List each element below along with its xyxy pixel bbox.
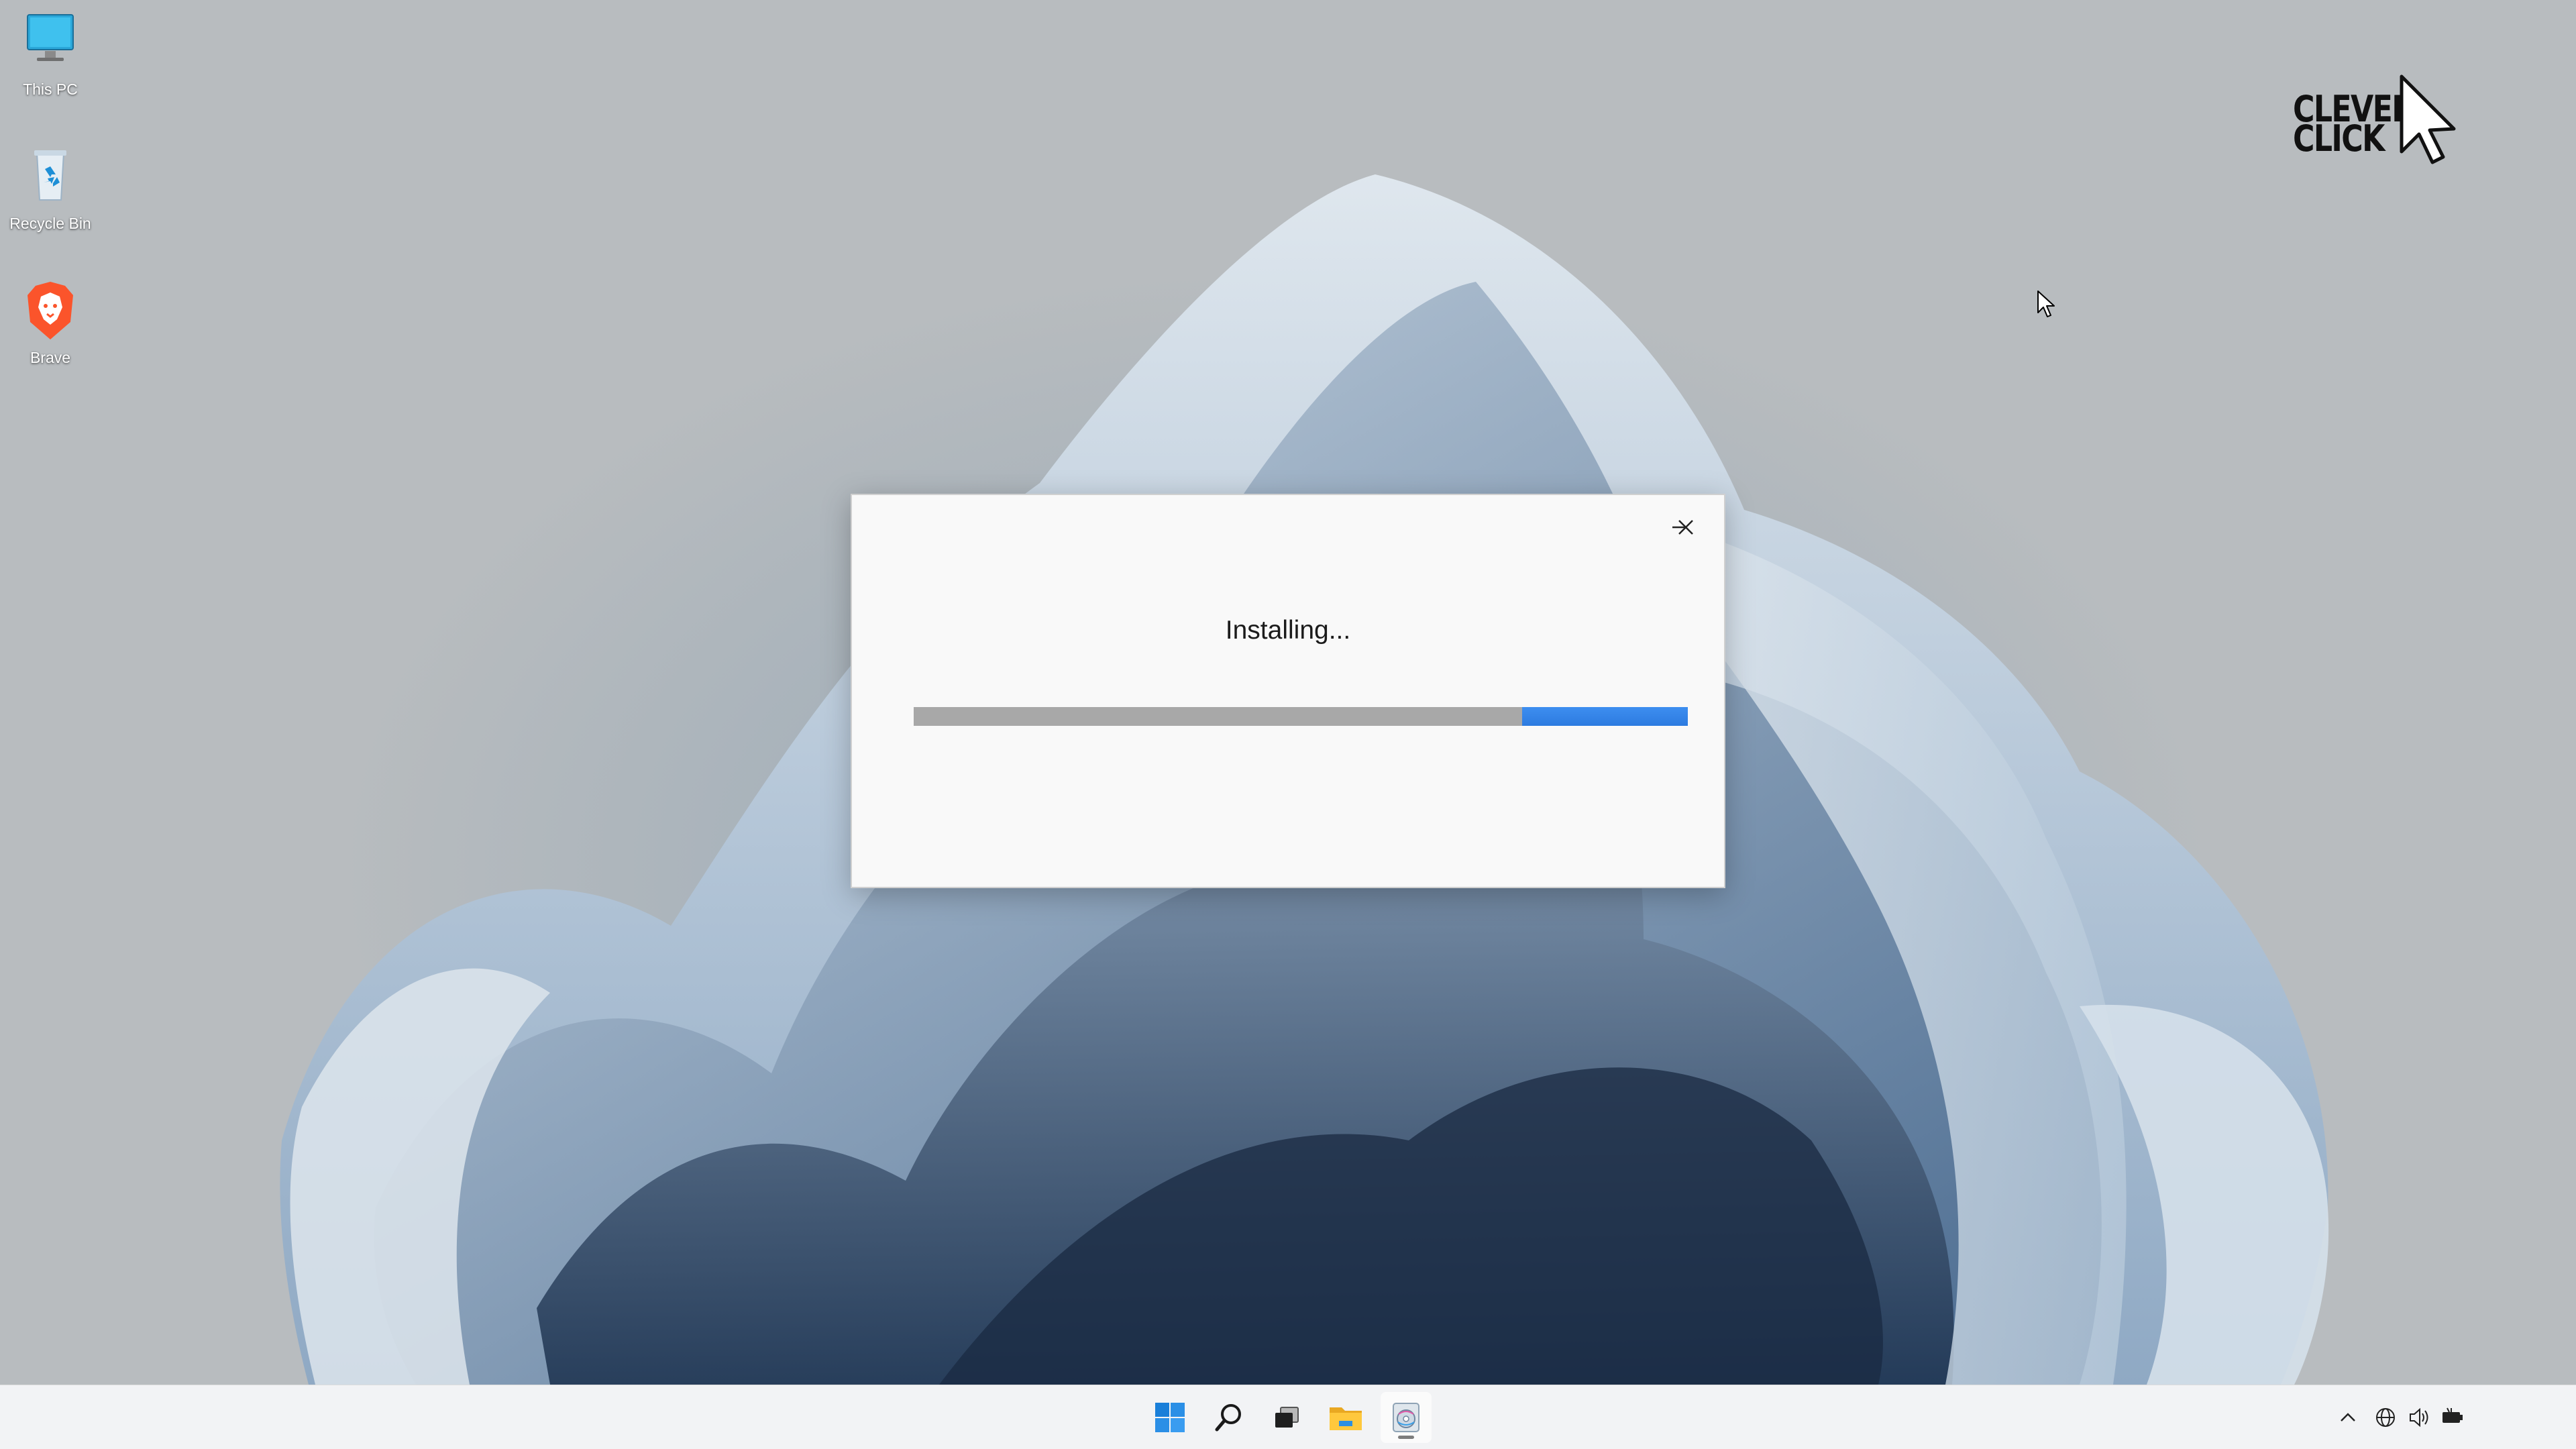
search-button[interactable] xyxy=(1203,1392,1254,1443)
watermark-line2: CLICK xyxy=(2293,117,2385,160)
installer-disc-icon xyxy=(1393,1403,1419,1432)
desktop: This PC Recycle Bin Brave CLEVER CLICK I… xyxy=(0,0,2576,1385)
close-button[interactable] xyxy=(1662,507,1709,547)
clever-click-watermark: CLEVER CLICK xyxy=(2288,72,2462,173)
battery-icon[interactable] xyxy=(2440,1405,2465,1430)
windows-logo-icon xyxy=(1155,1403,1185,1432)
installer-dialog: Installing... xyxy=(851,494,1725,888)
monitor-icon xyxy=(27,14,74,61)
desktop-icon-brave[interactable]: Brave xyxy=(7,278,94,367)
speaker-icon[interactable] xyxy=(2407,1405,2431,1430)
install-progress-bar xyxy=(914,707,1688,726)
start-button[interactable] xyxy=(1144,1392,1195,1443)
desktop-icon-label: This PC xyxy=(23,80,78,98)
close-icon xyxy=(1678,520,1693,535)
folder-icon xyxy=(1330,1407,1362,1430)
taskbar xyxy=(0,1385,2576,1449)
task-view-icon xyxy=(1275,1407,1299,1428)
install-status-text: Installing... xyxy=(1225,616,1351,645)
desktop-icon-recycle-bin[interactable]: Recycle Bin xyxy=(7,144,94,233)
globe-icon[interactable] xyxy=(2373,1405,2398,1430)
desktop-icon-label: Recycle Bin xyxy=(9,215,91,232)
active-app-indicator xyxy=(1398,1436,1414,1439)
file-explorer-button[interactable] xyxy=(1320,1392,1371,1443)
search-icon xyxy=(1215,1404,1241,1432)
desktop-icon-this-pc[interactable]: This PC xyxy=(7,9,94,99)
installer-taskbar-button[interactable] xyxy=(1381,1392,1432,1443)
brave-lion-icon xyxy=(28,282,73,339)
chevron-up-icon[interactable] xyxy=(2336,1405,2360,1430)
task-view-button[interactable] xyxy=(1261,1392,1312,1443)
progress-fill xyxy=(1522,707,1688,726)
mouse-pointer-icon xyxy=(2037,290,2055,317)
desktop-icon-label: Brave xyxy=(30,349,71,366)
cursor-arrow-icon xyxy=(2400,74,2456,164)
recycle-bin-icon xyxy=(34,150,66,201)
